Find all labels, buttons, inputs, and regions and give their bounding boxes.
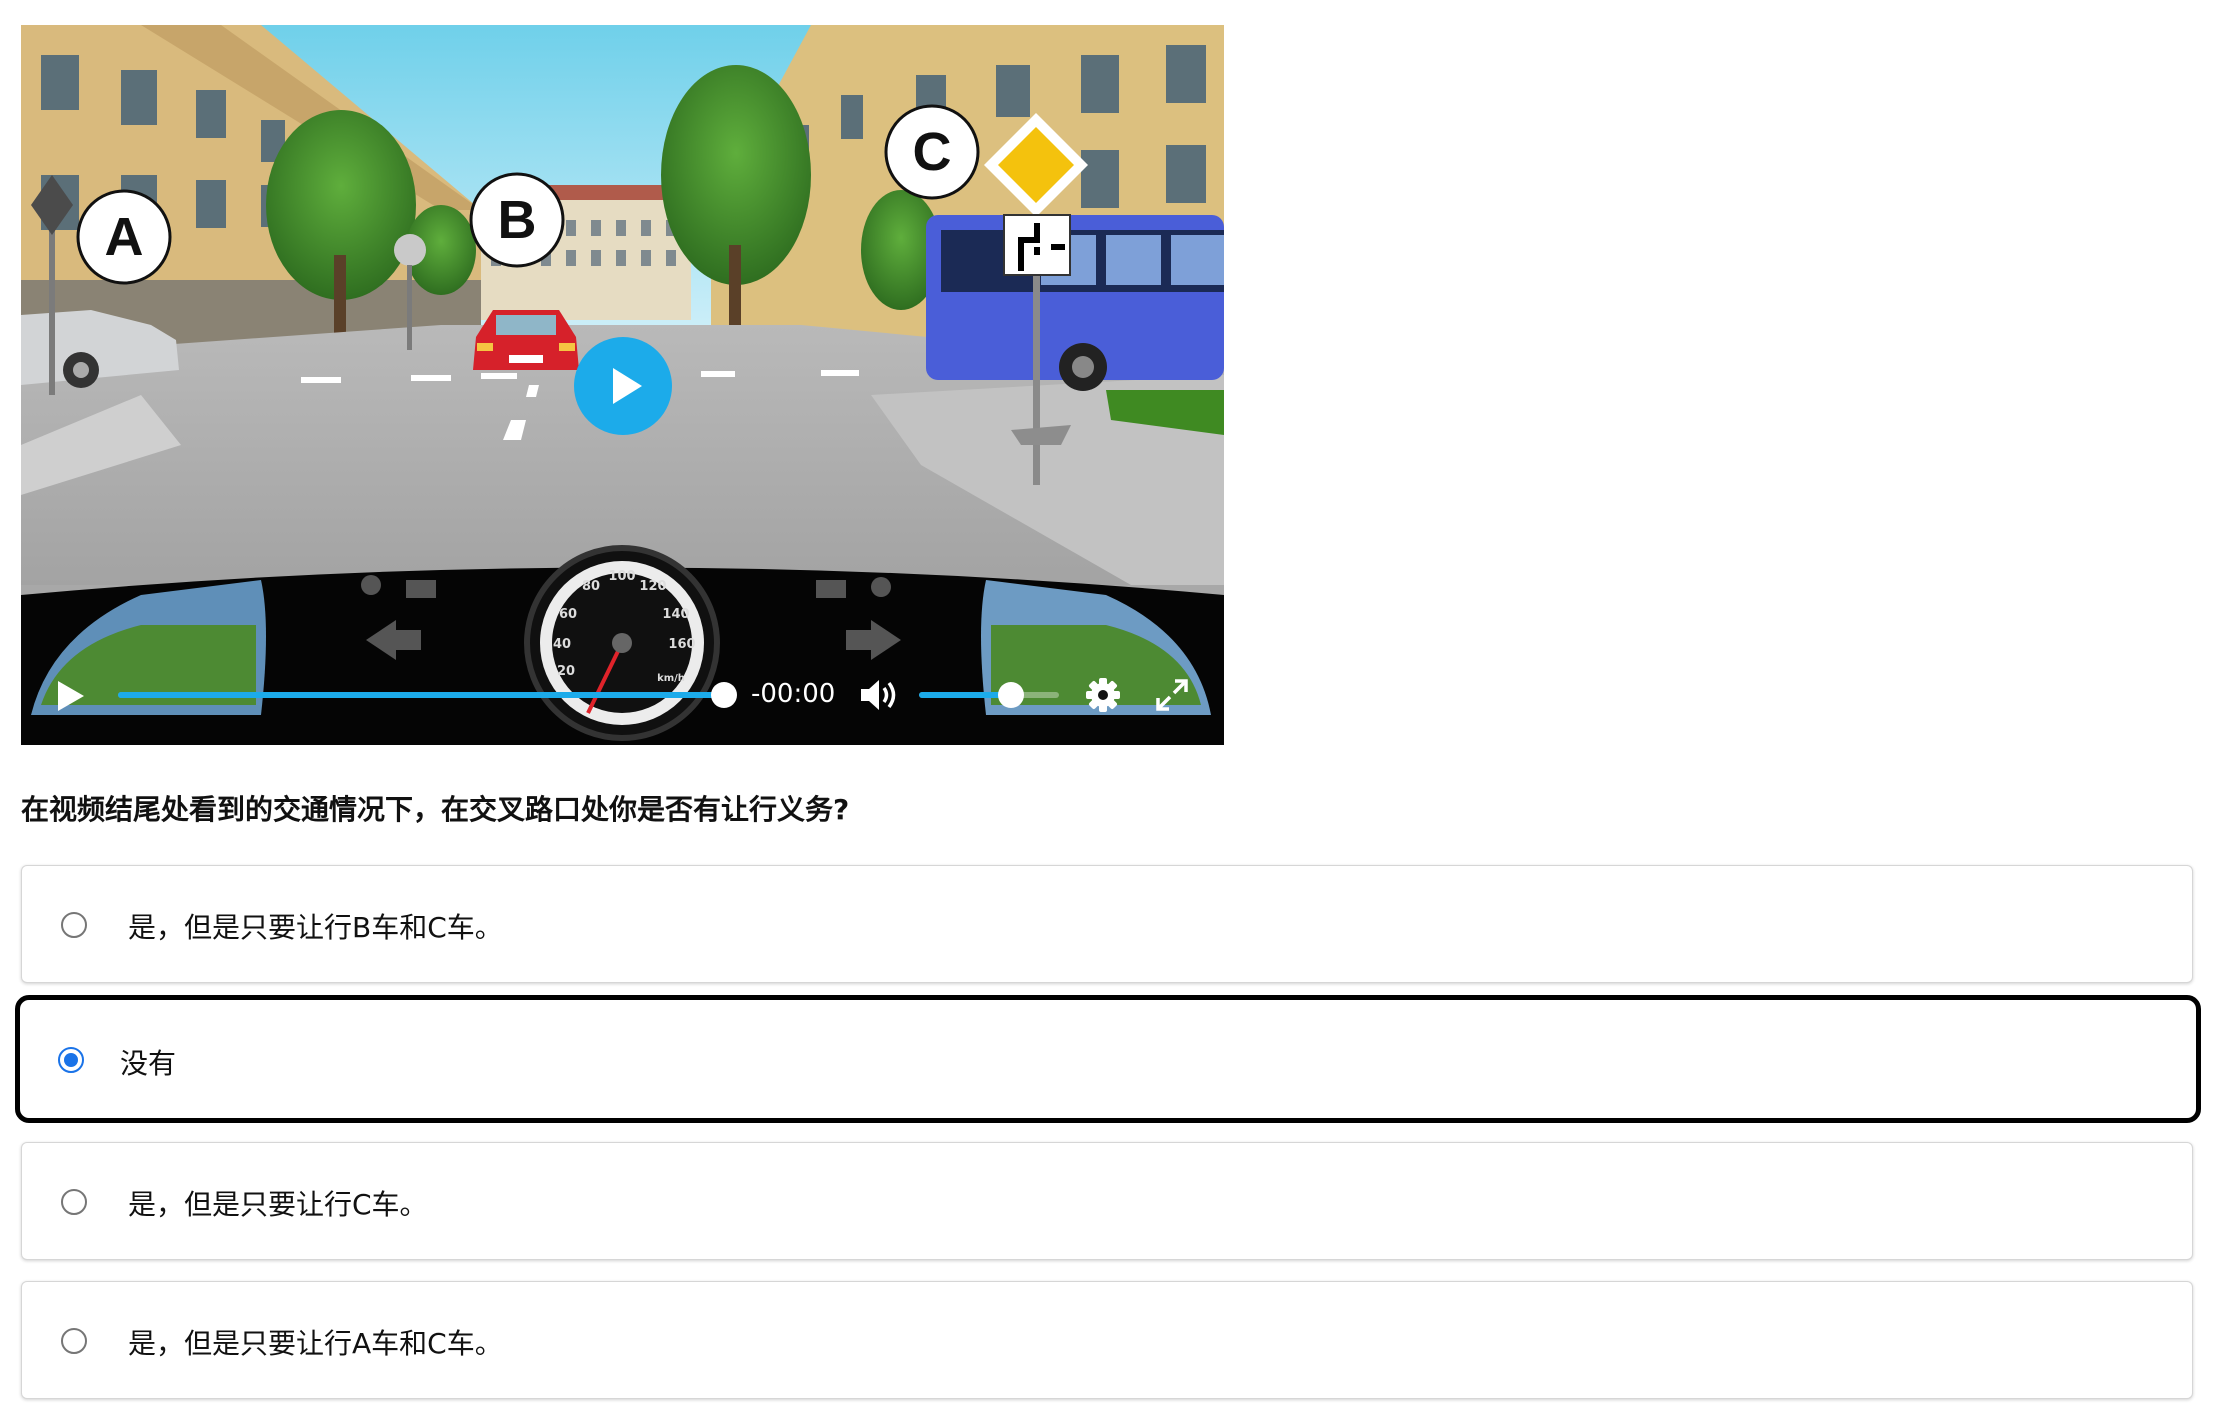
fullscreen-icon — [1156, 679, 1188, 711]
radio-button[interactable] — [61, 912, 87, 938]
volume-handle[interactable] — [998, 682, 1025, 708]
volume-icon — [861, 680, 896, 710]
answer-option[interactable]: 是，但是只要让行C车。 — [21, 1142, 2193, 1260]
svg-text:160: 160 — [668, 637, 695, 652]
option-label: 是，但是只要让行C车。 — [128, 1188, 428, 1221]
svg-text:A: A — [105, 207, 144, 267]
quiz-page: A B C 20 40 60 80 100 120 140 160 km/h -… — [0, 0, 2214, 1408]
time-display: -00:00 — [751, 679, 836, 709]
play-icon — [58, 681, 84, 711]
svg-text:40: 40 — [553, 637, 571, 652]
progress-handle[interactable] — [711, 682, 737, 708]
svg-text:120: 120 — [639, 579, 666, 594]
gear-icon — [1086, 678, 1120, 712]
option-label: 没有 — [120, 1047, 177, 1080]
marker-b: B — [469, 172, 565, 268]
settings-button[interactable] — [1085, 677, 1121, 713]
option-label: 是，但是只要让行A车和C车。 — [128, 1327, 503, 1360]
radio-button[interactable] — [61, 1189, 87, 1215]
mute-button[interactable] — [859, 678, 901, 712]
svg-text:140: 140 — [662, 607, 689, 622]
progress-bar[interactable] — [118, 682, 737, 708]
radio-button[interactable] — [61, 1328, 87, 1354]
svg-text:B: B — [498, 190, 537, 250]
play-button[interactable] — [54, 679, 86, 713]
answer-option[interactable]: 没有 — [15, 995, 2201, 1123]
play-icon — [613, 368, 642, 404]
svg-text:80: 80 — [582, 579, 600, 594]
question-text: 在视频结尾处看到的交通情况下，在交叉路口处你是否有让行义务? — [21, 793, 850, 826]
progress-fill — [118, 692, 724, 698]
video-player[interactable]: A B C 20 40 60 80 100 120 140 160 km/h -… — [21, 25, 1224, 745]
option-label: 是，但是只要让行B车和C车。 — [128, 911, 503, 944]
answer-option[interactable]: 是，但是只要让行B车和C车。 — [21, 865, 2193, 983]
answer-option[interactable]: 是，但是只要让行A车和C车。 — [21, 1281, 2193, 1399]
marker-a: A — [76, 189, 172, 285]
volume-slider[interactable] — [919, 682, 1059, 708]
svg-text:100: 100 — [608, 569, 635, 584]
big-play-button[interactable] — [574, 337, 672, 435]
svg-text:C: C — [913, 122, 952, 182]
radio-button-checked[interactable] — [58, 1047, 84, 1073]
svg-text:60: 60 — [559, 607, 577, 622]
marker-c: C — [884, 104, 980, 200]
video-controls: -00:00 — [21, 665, 1224, 725]
fullscreen-button[interactable] — [1155, 678, 1189, 712]
